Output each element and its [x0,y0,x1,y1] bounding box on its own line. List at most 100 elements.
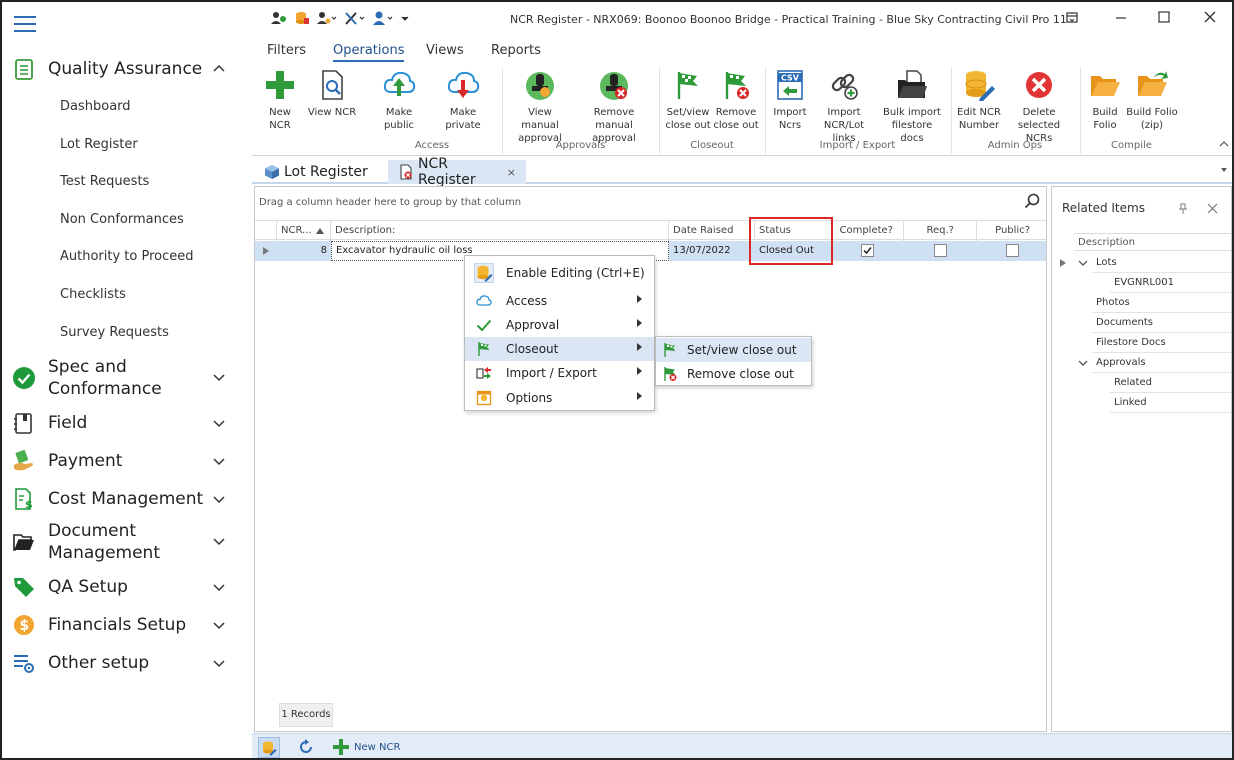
column-header-public[interactable]: Public? [977,221,1046,241]
import-ncr-lot-links-button[interactable]: Import NCR/Lot links [812,68,876,145]
tree-node-filestore-docs[interactable]: Filestore Docs [1092,333,1231,353]
column-header-complete[interactable]: Complete? [832,221,904,241]
menu-item-closeout[interactable]: Closeout [465,337,654,361]
users-icon[interactable] [270,10,288,26]
tree-node-documents[interactable]: Documents [1092,313,1231,333]
sidebar-item-lot-register[interactable]: Lot Register [60,137,138,152]
nav-section-other-setup[interactable]: Other setup [12,650,242,676]
build-folio-zip-button[interactable]: Build Folio (zip) [1126,68,1178,132]
chevron-down-icon[interactable] [1078,259,1088,267]
edit-mode-button[interactable] [258,737,280,758]
pin-icon[interactable] [1178,203,1188,215]
column-header-date-raised[interactable]: Date Raised [669,221,755,241]
chevron-up-icon[interactable] [212,61,226,75]
nav-section-financials-setup[interactable]: $ Financials Setup [12,612,242,638]
sidebar-item-authority-to-proceed[interactable]: Authority to Proceed [60,249,194,264]
refresh-icon[interactable] [298,739,314,755]
tab-operations[interactable]: Operations [333,43,405,62]
submenu-item-remove-close-out[interactable]: Remove close out [656,362,811,386]
set-view-close-out-button[interactable]: Set/view close out [665,68,711,132]
make-public-button[interactable]: Make public [370,68,428,132]
tab-filters[interactable]: Filters [267,43,306,58]
collapse-ribbon-icon[interactable] [1218,138,1230,150]
close-panel-icon[interactable] [1207,203,1218,214]
sidebar-item-non-conformances[interactable]: Non Conformances [60,212,184,227]
sidebar-item-survey-requests[interactable]: Survey Requests [60,325,169,340]
submenu-item-set-view-close-out[interactable]: Set/view close out [656,338,811,362]
maximize-icon[interactable] [1157,10,1177,24]
tab-views[interactable]: Views [426,43,464,58]
nav-section-qa-setup[interactable]: QA Setup [12,574,242,600]
close-window-icon[interactable] [1203,10,1223,24]
menu-item-approval[interactable]: Approval [465,313,654,337]
user-dropdown-icon[interactable] [372,10,394,26]
tree-node-related[interactable]: Related [1110,373,1231,393]
view-manual-approval-button[interactable]: View manual approval [508,68,572,145]
nav-section-spec-conformance[interactable]: Spec and Conformance [12,356,242,400]
tab-ncr-register[interactable]: NCR Register × [388,156,526,188]
view-ncr-button[interactable]: View NCR [307,68,357,119]
sidebar-item-test-requests[interactable]: Test Requests [60,174,149,189]
bulk-import-filestore-button[interactable]: Bulk import filestore docs [879,68,945,145]
chevron-down-icon[interactable] [212,534,226,548]
minimize-icon[interactable] [1114,10,1134,24]
tab-list-dropdown-icon[interactable] [1220,167,1228,173]
nav-section-cost-management[interactable]: $ Cost Management [12,486,242,512]
tree-node-linked[interactable]: Linked [1110,393,1231,413]
menu-item-access[interactable]: Access [465,289,654,313]
chevron-down-icon[interactable] [1078,359,1088,367]
complete-checkbox[interactable] [861,244,874,257]
nav-section-field[interactable]: Field [12,410,242,436]
sidebar-item-dashboard[interactable]: Dashboard [60,99,131,114]
delete-selected-ncrs-button[interactable]: Delete selected NCRs [1004,68,1074,145]
cube-icon [264,164,280,180]
hamburger-menu-icon[interactable] [14,16,36,34]
edit-ncr-number-button[interactable]: Edit NCR Number [956,68,1002,132]
sort-ascending-icon [316,228,324,234]
tab-lot-register[interactable]: Lot Register [254,160,378,184]
make-private-button[interactable]: Make private [432,68,494,132]
column-header-ncr[interactable]: NCR... [277,221,331,241]
sidebar-item-checklists[interactable]: Checklists [60,287,126,302]
search-icon[interactable] [1024,193,1040,209]
chevron-down-icon[interactable] [212,618,226,632]
chevron-down-icon[interactable] [212,370,226,384]
remove-manual-approval-button[interactable]: Remove manual approval [575,68,653,145]
nav-section-payment[interactable]: Payment [12,448,242,474]
row-expand-icon[interactable] [263,247,269,255]
customize-toolbar-icon[interactable] [400,10,410,26]
tree-node-photos[interactable]: Photos [1092,293,1231,313]
column-header-description[interactable]: Description: [331,221,669,241]
new-ncr-button[interactable]: New NCR [257,68,303,132]
public-checkbox[interactable] [1006,244,1019,257]
import-ncrs-button[interactable]: CSV Import Ncrs [770,68,810,132]
close-tab-icon[interactable]: × [507,166,516,179]
chevron-down-icon[interactable] [212,656,226,670]
tree-expand-icon[interactable] [1060,259,1066,267]
nav-section-document-management[interactable]: Document Management [12,520,242,564]
tools-dropdown-icon[interactable] [344,10,366,26]
tab-reports[interactable]: Reports [491,43,541,58]
user-settings-dropdown-icon[interactable] [316,10,338,26]
chevron-down-icon[interactable] [212,492,226,506]
tree-node-approvals[interactable]: Approvals [1092,353,1231,373]
req-checkbox[interactable] [934,244,947,257]
ribbon-display-icon[interactable] [1065,10,1085,24]
chevron-down-icon[interactable] [212,454,226,468]
database-edit-icon[interactable] [294,10,310,26]
tree-node-lot[interactable]: EVGNRL001 [1110,273,1231,293]
chevron-down-icon[interactable] [212,416,226,430]
remove-close-out-button[interactable]: Remove close out [713,68,759,132]
cell-ncr: 8 [320,245,327,256]
menu-item-options[interactable]: Options [465,386,654,410]
column-header-req[interactable]: Req.? [904,221,977,241]
chevron-down-icon[interactable] [212,580,226,594]
submenu-arrow-icon [637,367,642,375]
nav-section-label: Quality Assurance [48,59,203,79]
nav-section-quality-assurance[interactable]: Quality Assurance [12,54,242,84]
menu-item-enable-editing[interactable]: Enable Editing (Ctrl+E) [465,260,654,286]
menu-item-import-export[interactable]: Import / Export [465,361,654,385]
tree-node-lots[interactable]: Lots [1092,253,1231,273]
build-folio-button[interactable]: Build Folio [1085,68,1125,132]
status-new-ncr-button[interactable]: New NCR [332,738,400,756]
